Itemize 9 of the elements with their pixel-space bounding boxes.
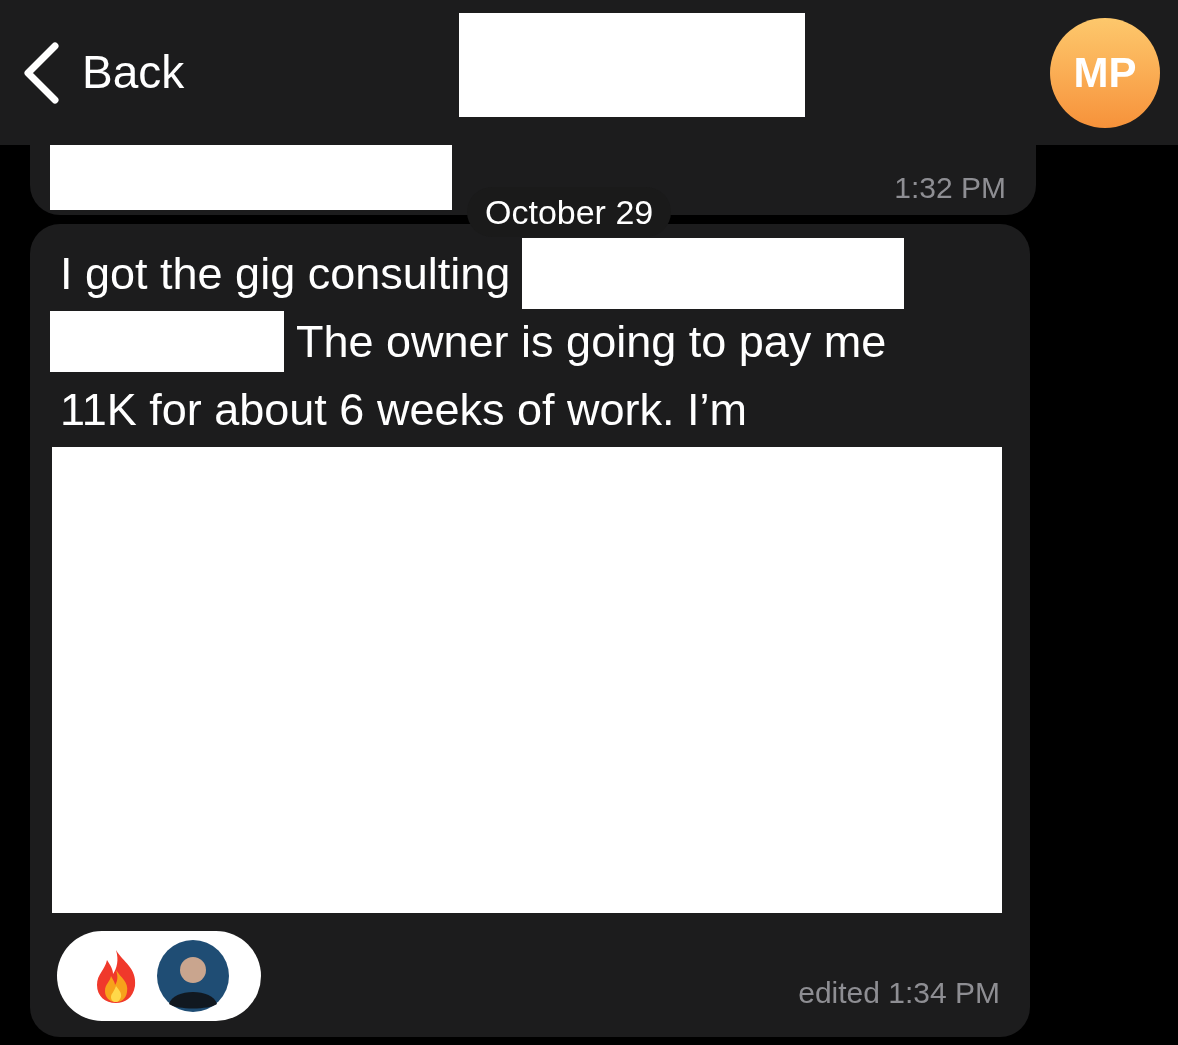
message-text: 11K for about 6 weeks of work. I’m — [60, 386, 747, 432]
message-text: I got the gig consulting — [60, 250, 511, 296]
avatar-icon — [157, 940, 229, 1012]
chevron-left-icon — [22, 41, 60, 104]
date-separator: October 29 — [467, 187, 672, 237]
message-time: 1:32 PM — [894, 170, 1006, 206]
message-text: The owner is going to pay me — [296, 318, 887, 364]
back-button[interactable]: Back — [22, 38, 185, 107]
message-time: edited 1:34 PM — [798, 975, 1000, 1011]
